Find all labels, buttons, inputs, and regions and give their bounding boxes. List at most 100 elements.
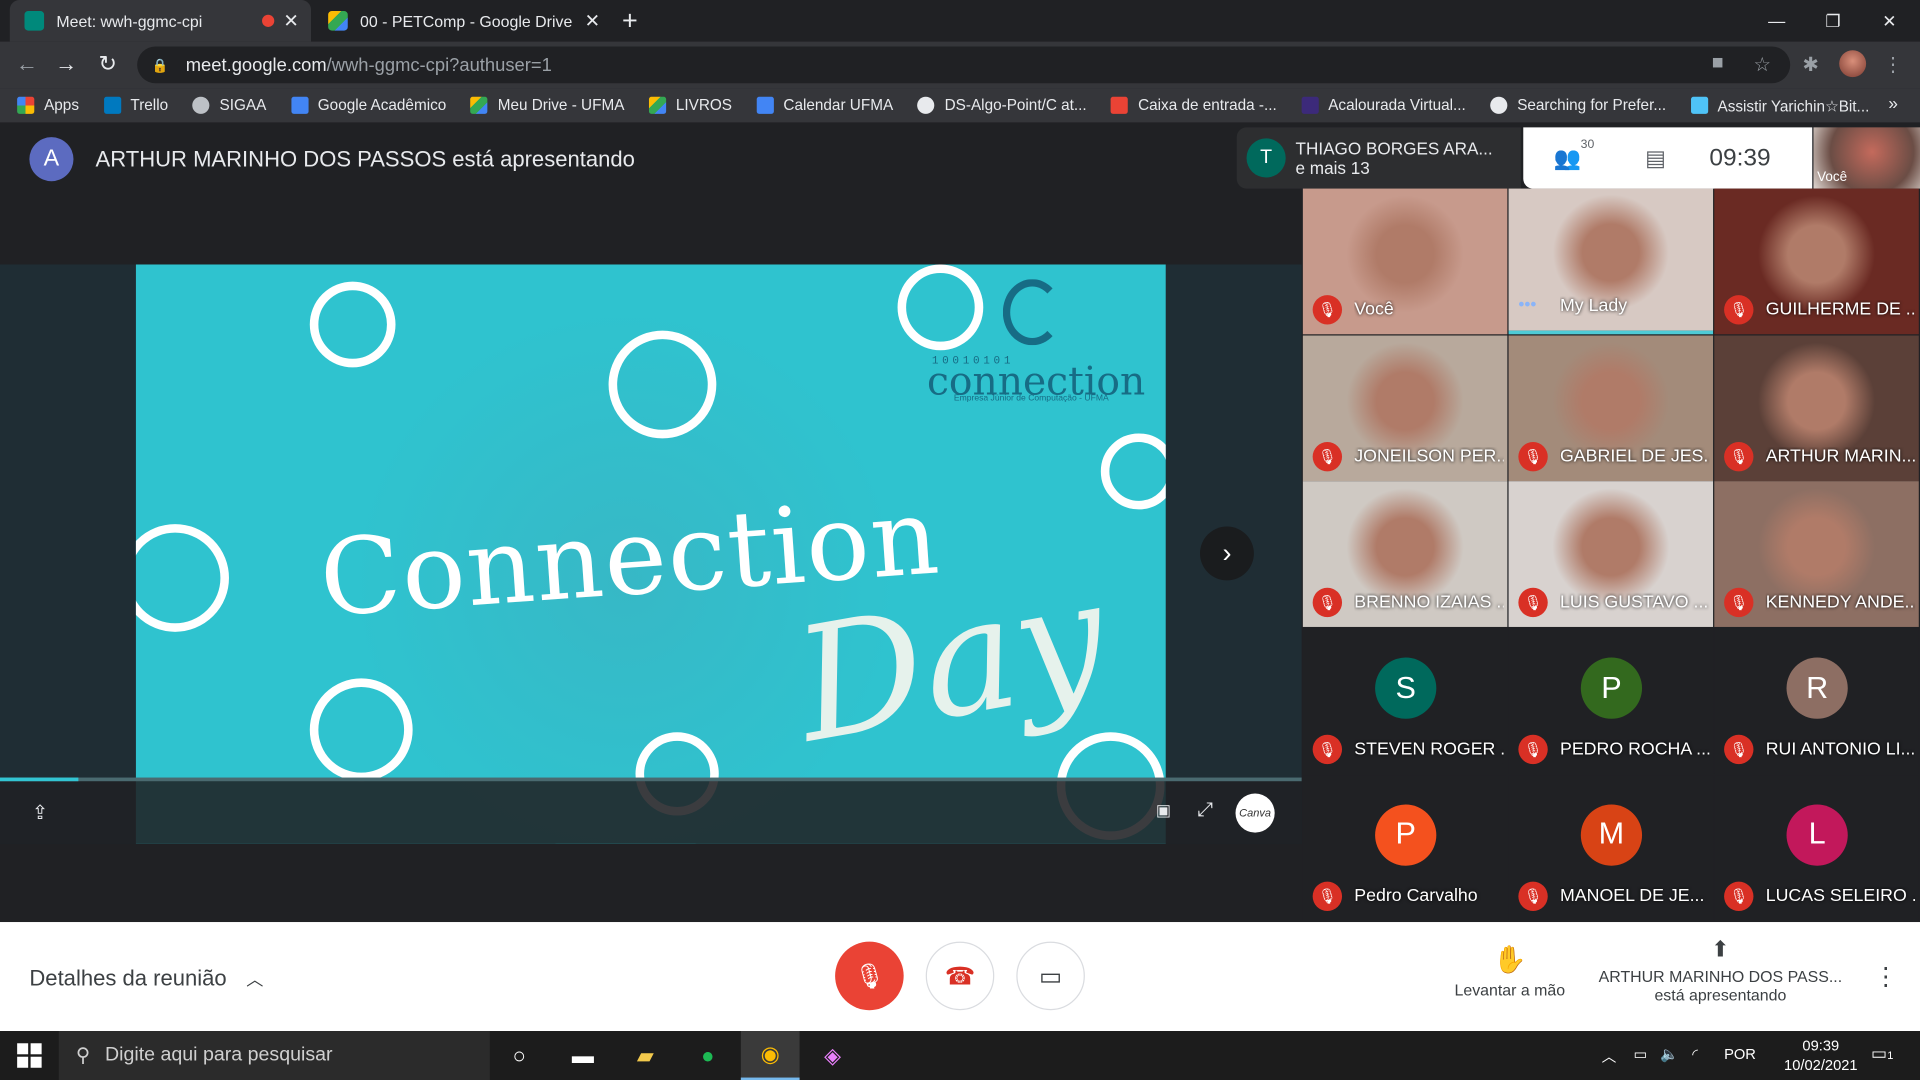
participants-chip[interactable]: T THIAGO BORGES ARA... e mais 13 <box>1236 127 1521 189</box>
present-screen-icon: ⬆ <box>1711 936 1730 962</box>
notification-center-icon[interactable]: ▭1 <box>1871 1043 1893 1064</box>
participant-tile[interactable]: R 🎙 RUI ANTONIO LI... <box>1714 628 1919 774</box>
minimize-icon[interactable]: — <box>1749 0 1805 42</box>
bookmark-searching[interactable]: Searching for Prefer... <box>1490 96 1666 114</box>
slide-progress-track[interactable] <box>0 777 1302 782</box>
participant-name: My Lady <box>1560 296 1628 316</box>
taskbar-date: 10/02/2021 <box>1784 1056 1858 1074</box>
language-indicator[interactable]: POR <box>1724 1046 1756 1063</box>
tab-drive[interactable]: 00 - PETComp - Google Drive ✕ <box>313 0 612 42</box>
bookmark-gmail[interactable]: Caixa de entrada -... <box>1111 96 1277 114</box>
decor-circle <box>897 264 984 351</box>
windows-start-icon[interactable] <box>17 1043 42 1068</box>
close-window-icon[interactable]: ✕ <box>1861 0 1917 42</box>
back-icon[interactable]: ← <box>12 51 41 77</box>
participant-tile[interactable]: 🎙 GABRIEL DE JES... <box>1508 335 1714 481</box>
participant-tile[interactable]: 🎙 GUILHERME DE ... <box>1714 188 1919 335</box>
participant-tile[interactable]: 🎙 Você <box>1302 188 1508 335</box>
more-options-icon[interactable]: ⋮ <box>1873 961 1897 992</box>
meeting-details-button[interactable]: Detalhes da reunião ︿ <box>29 966 263 992</box>
restore-icon[interactable]: ❐ <box>1805 0 1861 42</box>
bookmark-github[interactable]: DS-Algo-Point/C at... <box>917 96 1087 114</box>
bookmarks-bar: Apps Trello SIGAA Google Acadêmico Meu D… <box>0 88 1920 123</box>
extensions-icon[interactable]: ✱ <box>1802 53 1818 77</box>
bookmark-calendar[interactable]: Calendar UFMA <box>756 96 893 114</box>
menu-dots-icon[interactable]: ⋮ <box>1883 53 1903 77</box>
participant-tile[interactable]: L 🎙 LUCAS SELEIRO ... <box>1714 774 1919 921</box>
bookmark-acalourada[interactable]: Acalourada Virtual... <box>1301 96 1466 114</box>
app-icon[interactable]: ◈ <box>803 1031 862 1080</box>
participant-tile[interactable]: S 🎙 STEVEN ROGER ... <box>1302 628 1508 774</box>
participant-tile[interactable]: 🎙 LUIS GUSTAVO ... <box>1508 481 1714 628</box>
participant-avatar: P <box>1375 804 1437 866</box>
presenting-sub: está apresentando <box>1654 985 1787 1005</box>
next-slide-button[interactable]: › <box>1200 526 1254 581</box>
bookmark-label: Assistir Yarichin☆Bit... <box>1717 97 1870 115</box>
participant-name: KENNEDY ANDE... <box>1765 593 1916 613</box>
bookmark-apps[interactable]: Apps <box>17 96 79 114</box>
address-bar[interactable]: 🔒 meet.google.com/wwh-ggmc-cpi?authuser=… <box>137 46 1791 84</box>
bookmark-google-academico[interactable]: Google Acadêmico <box>290 96 447 114</box>
plus-icon[interactable]: + <box>622 5 638 37</box>
participant-tile[interactable]: ••• My Lady <box>1508 188 1714 335</box>
presenting-button[interactable]: ⬆ ARTHUR MARINHO DOS PASS... está aprese… <box>1592 937 1849 1004</box>
drive-favicon-icon <box>328 11 348 31</box>
decor-circle <box>135 524 229 632</box>
bookmark-yarichin[interactable]: Assistir Yarichin☆Bit... <box>1690 96 1870 115</box>
mic-off-icon: 🎙 <box>1312 588 1343 618</box>
leave-call-button[interactable]: ☎ <box>925 941 995 1011</box>
bookmark-sigaa[interactable]: SIGAA <box>192 96 266 114</box>
aspect-ratio-icon[interactable]: ▣ <box>1156 801 1171 821</box>
terminal-icon[interactable]: ▬ <box>553 1031 612 1080</box>
chat-icon[interactable]: ▤ <box>1611 145 1699 171</box>
participant-tile[interactable]: 🎙 JONEILSON PER... <box>1302 335 1508 481</box>
participant-name: RUI ANTONIO LI... <box>1765 739 1916 760</box>
wifi-icon[interactable]: ◜ <box>1692 1046 1698 1063</box>
share-icon[interactable]: ⇪ <box>32 801 48 825</box>
more-bookmarks-icon[interactable]: » <box>1888 93 1898 113</box>
participant-tile[interactable]: M 🎙 MANOEL DE JE... <box>1508 774 1714 921</box>
bookmark-star-icon[interactable]: ☆ <box>1753 53 1771 77</box>
presenter-label: ARTHUR MARINHO DOS PASSOS está apresenta… <box>95 146 635 171</box>
camera-in-use-icon[interactable]: ■ <box>1712 53 1724 75</box>
participant-tile[interactable]: P 🎙 Pedro Carvalho <box>1302 774 1508 921</box>
mic-off-icon: 🎙 <box>1724 588 1754 618</box>
taskbar-clock[interactable]: 09:39 10/02/2021 <box>1778 1036 1864 1075</box>
forward-icon[interactable]: → <box>51 51 80 77</box>
tab-meet[interactable]: Meet: wwh-ggmc-cpi ✕ <box>9 0 312 42</box>
bookmark-label: Google Acadêmico <box>317 96 447 114</box>
people-icon[interactable]: 👥 30 <box>1523 138 1611 171</box>
meeting-clock: 09:39 <box>1709 143 1771 171</box>
fullscreen-icon[interactable]: ⤢ <box>1198 800 1214 822</box>
mic-off-icon: 🎙 <box>1724 734 1754 765</box>
participant-tile[interactable]: 🎙 ARTHUR MARIN... <box>1714 335 1919 481</box>
slide-progress-fill <box>0 777 79 782</box>
participant-tile[interactable]: 🎙 BRENNO IZAIAS ... <box>1302 481 1508 628</box>
participant-tile[interactable]: 🎙 KENNEDY ANDE... <box>1714 481 1919 628</box>
bookmark-trello[interactable]: Trello <box>103 96 169 114</box>
taskbar-search[interactable]: ⚲ Digite aqui para pesquisar <box>58 1031 490 1080</box>
reload-icon[interactable]: ↻ <box>93 51 122 77</box>
battery-icon[interactable]: ▭ <box>1633 1046 1647 1063</box>
close-tab-icon[interactable]: ✕ <box>283 10 298 32</box>
profile-avatar[interactable] <box>1839 50 1867 78</box>
spotify-icon[interactable]: ● <box>678 1031 737 1080</box>
participant-name: LUIS GUSTAVO ... <box>1560 593 1709 613</box>
file-explorer-icon[interactable]: ▰ <box>616 1031 675 1080</box>
mute-toggle-button[interactable]: 🎙 <box>835 941 904 1011</box>
close-tab-icon[interactable]: ✕ <box>585 10 600 32</box>
tray-chevron-icon[interactable]: ︿ <box>1602 1046 1617 1067</box>
bookmark-meu-drive[interactable]: Meu Drive - UFMA <box>470 96 624 114</box>
participant-tile[interactable]: P 🎙 PEDRO ROCHA ... <box>1508 628 1714 774</box>
cortana-icon[interactable]: ○ <box>490 1031 549 1080</box>
raise-hand-button[interactable]: ✋ Levantar a mão <box>1445 944 1575 999</box>
canva-badge[interactable]: Canva <box>1235 793 1275 833</box>
mic-off-icon: 🎙 <box>853 963 885 991</box>
volume-icon[interactable]: 🔈 <box>1660 1046 1678 1063</box>
bookmark-label: Trello <box>130 96 169 114</box>
camera-toggle-button[interactable]: ▭ <box>1016 941 1085 1011</box>
search-icon: ⚲ <box>75 1045 91 1067</box>
bookmark-livros[interactable]: LIVROS <box>648 96 732 114</box>
chrome-icon[interactable]: ◉ <box>740 1031 800 1080</box>
self-preview[interactable]: Você <box>1813 127 1920 189</box>
